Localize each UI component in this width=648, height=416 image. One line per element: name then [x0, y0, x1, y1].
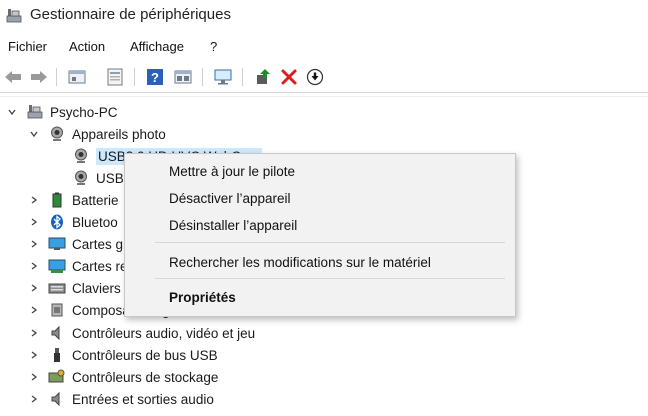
menu-divider — [155, 278, 505, 279]
chevron-right-icon[interactable] — [28, 349, 40, 361]
back-arrow-icon[interactable] — [2, 66, 24, 88]
speaker-icon — [48, 391, 66, 407]
chevron-right-icon[interactable] — [28, 238, 40, 250]
tree-category-audio-io[interactable]: Entrées et sorties audio — [28, 389, 214, 409]
properties-sheet-icon[interactable] — [104, 66, 126, 88]
title-bar: Gestionnaire de périphériques — [0, 0, 648, 32]
scan-hardware-icon[interactable] — [212, 66, 234, 88]
tree-category-label: Appareils photo — [72, 126, 166, 142]
tree-category-usb[interactable]: Contrôleurs de bus USB — [28, 345, 218, 365]
chevron-right-icon[interactable] — [28, 260, 40, 272]
tree-category-label: Contrôleurs audio, vidéo et jeu — [72, 325, 256, 341]
menu-item-update-driver[interactable]: Mettre à jour le pilote — [169, 164, 295, 179]
tree-category-label: Bluetoo — [72, 214, 118, 230]
forward-arrow-icon[interactable] — [28, 66, 50, 88]
uninstall-x-icon[interactable] — [278, 66, 300, 88]
menu-divider — [155, 242, 505, 243]
tree-category-keyboards[interactable]: Claviers — [28, 278, 121, 298]
menu-action[interactable]: Action — [69, 39, 105, 54]
usb-icon — [48, 347, 66, 363]
chevron-right-icon[interactable] — [28, 282, 40, 294]
toolbar-separator — [202, 68, 203, 86]
computer-properties-icon[interactable] — [66, 66, 88, 88]
tree-category-batteries[interactable]: Batterie — [28, 190, 119, 210]
storage-controller-icon — [48, 369, 66, 385]
toolbar: ? — [0, 62, 648, 93]
tree-category-cameras[interactable]: Appareils photo — [28, 124, 166, 144]
battery-icon — [48, 192, 66, 208]
toolbar-separator — [56, 68, 57, 86]
chevron-down-icon[interactable] — [28, 128, 40, 140]
tree-category-graphics[interactable]: Cartes g — [28, 234, 123, 254]
network-adapter-icon — [48, 258, 66, 274]
chevron-right-icon[interactable] — [28, 371, 40, 383]
chevron-right-icon[interactable] — [28, 327, 40, 339]
webcam-icon — [48, 126, 66, 142]
menu-fichier[interactable]: Fichier — [8, 39, 47, 54]
webcam-icon — [72, 148, 90, 164]
tree-category-label: Cartes g — [72, 236, 124, 252]
context-menu: Mettre à jour le pilote Désactiver l’app… — [124, 153, 516, 317]
chevron-right-icon[interactable] — [28, 304, 40, 316]
tree-category-label: Batterie — [72, 192, 119, 208]
tree-category-network[interactable]: Cartes re — [28, 256, 128, 276]
chevron-right-icon[interactable] — [28, 194, 40, 206]
menu-affichage[interactable]: Affichage — [130, 39, 184, 54]
tree-category-label: Cartes re — [72, 258, 128, 274]
view-icon[interactable] — [172, 66, 194, 88]
device-label: USB — [96, 170, 124, 186]
bluetooth-icon — [48, 214, 66, 230]
disable-down-icon[interactable] — [304, 66, 326, 88]
tree-category-label: Claviers — [72, 280, 121, 296]
update-driver-icon[interactable] — [252, 66, 274, 88]
tree-category-label: Contrôleurs de stockage — [72, 369, 219, 385]
keyboard-icon — [48, 280, 66, 296]
software-component-icon — [48, 302, 66, 318]
chevron-down-icon[interactable] — [6, 106, 18, 118]
computer-icon — [26, 104, 44, 120]
device-manager-icon — [6, 8, 22, 24]
tree-category-bluetooth[interactable]: Bluetoo — [28, 212, 118, 232]
svg-text:?: ? — [151, 70, 159, 85]
menu-item-scan-hardware[interactable]: Rechercher les modifications sur le maté… — [169, 255, 431, 270]
menu-help[interactable]: ? — [210, 39, 217, 54]
toolbar-separator — [242, 68, 243, 86]
window-title: Gestionnaire de périphériques — [30, 6, 231, 23]
tree-category-audio-video[interactable]: Contrôleurs audio, vidéo et jeu — [28, 323, 255, 343]
help-icon[interactable]: ? — [144, 66, 166, 88]
tree-root-label: Psycho-PC — [50, 104, 118, 120]
chevron-right-icon[interactable] — [28, 216, 40, 228]
tree-device-webcam-2[interactable]: USB — [72, 168, 124, 188]
webcam-icon — [72, 170, 90, 186]
menu-item-uninstall-device[interactable]: Désinstaller l’appareil — [169, 218, 297, 233]
menu-item-disable-device[interactable]: Désactiver l’appareil — [169, 191, 291, 206]
tree-category-label: Entrées et sorties audio — [72, 391, 214, 407]
tree-root[interactable]: Psycho-PC — [6, 102, 118, 122]
toolbar-separator — [134, 68, 135, 86]
tree-category-label: Contrôleurs de bus USB — [72, 347, 218, 363]
speaker-icon — [48, 325, 66, 341]
chevron-right-icon[interactable] — [28, 393, 40, 405]
display-adapter-icon — [48, 236, 66, 252]
tree-category-storage[interactable]: Contrôleurs de stockage — [28, 367, 218, 387]
menu-item-properties[interactable]: Propriétés — [169, 290, 236, 305]
menu-bar: Fichier Action Affichage ? — [0, 36, 648, 58]
